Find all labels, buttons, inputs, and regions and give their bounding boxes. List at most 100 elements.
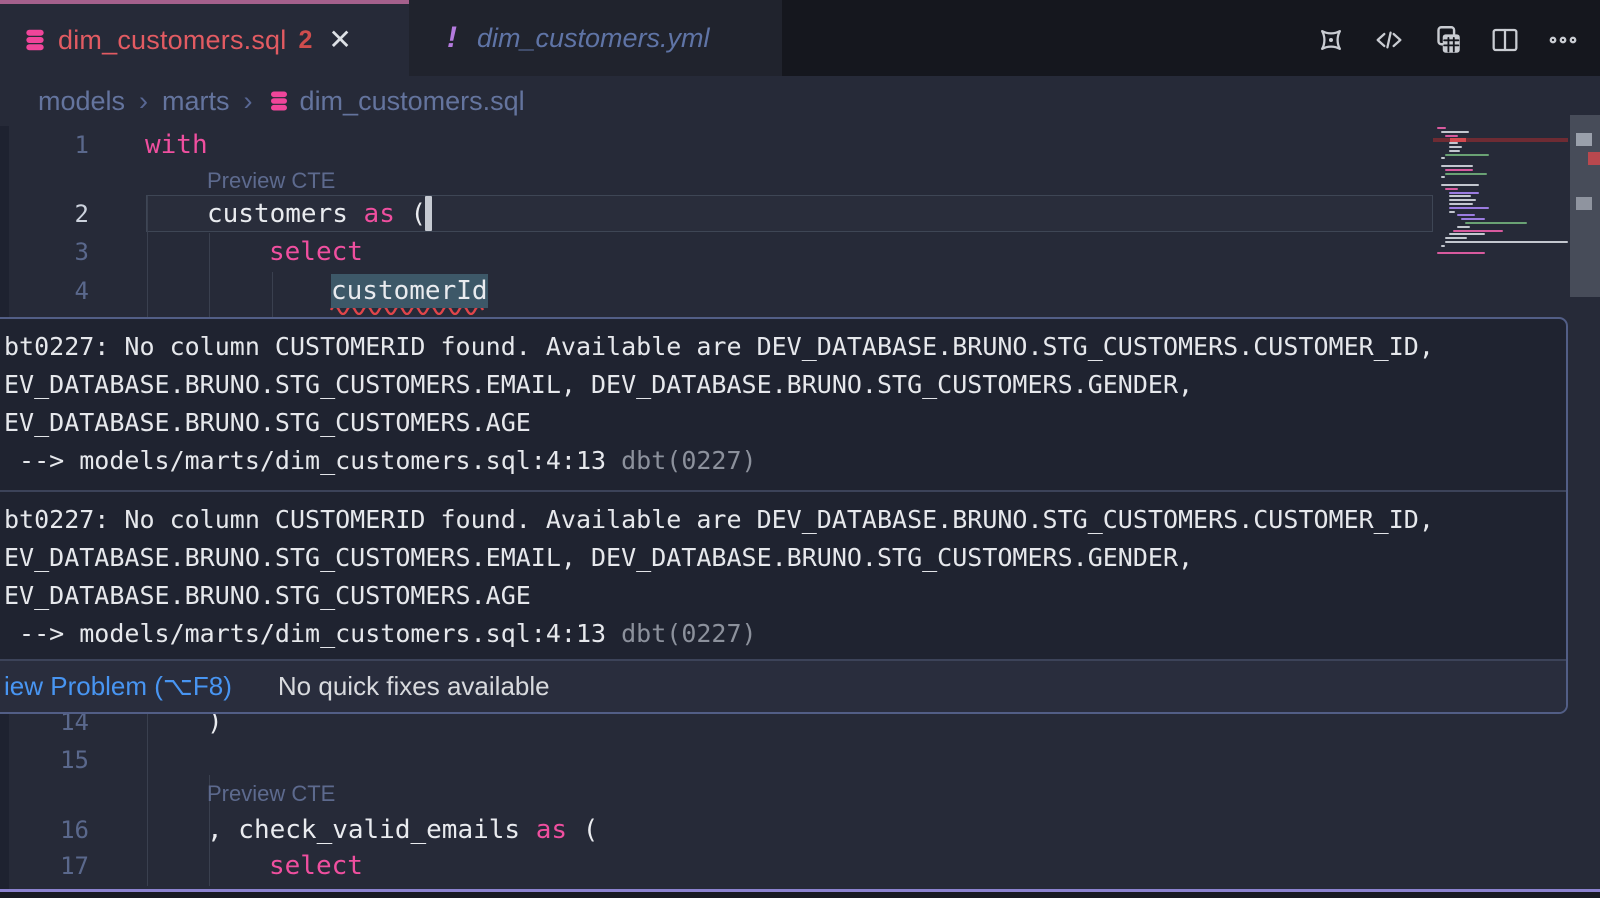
minimap-code-line: [1441, 245, 1445, 247]
minimap-code-line: [1457, 214, 1475, 216]
code-segment: (: [567, 815, 598, 845]
code-text: customerId: [331, 272, 488, 310]
tab-bar: dim_customers.sql 2 ✕ ! dim_customers.ym…: [0, 0, 1600, 76]
breadcrumb-models[interactable]: models: [38, 86, 125, 117]
minimap-code-line: [1441, 165, 1473, 167]
line-number: 3: [0, 233, 89, 271]
occurrence-highlight: customerId: [331, 276, 488, 306]
minimap-code-line: [1449, 233, 1485, 235]
error-message-line: bt0227: No column CUSTOMERID found. Avai…: [4, 501, 1560, 539]
minimap-code-line: [1441, 131, 1469, 133]
view-problem-link[interactable]: iew Problem (⌥F8): [4, 671, 232, 702]
overview-ruler-marker: [1576, 133, 1592, 146]
codelens-preview-cte[interactable]: Preview CTE: [207, 168, 335, 194]
code-text: select: [269, 847, 363, 885]
query-results-icon[interactable]: [1430, 23, 1464, 57]
editor-actions: [1314, 14, 1580, 66]
line-number: 15: [0, 741, 89, 779]
line-number: 16: [0, 811, 89, 849]
minimap-code-line: [1437, 127, 1446, 129]
tab-problem-count-badge: 2: [298, 26, 312, 55]
breadcrumb-separator: ›: [139, 86, 148, 117]
line-number: 1: [0, 126, 89, 164]
error-code: dbt(0227): [606, 446, 757, 475]
minimap-code-line: [1449, 146, 1462, 148]
scrollbar[interactable]: [1570, 115, 1600, 297]
minimap-code-line: [1445, 237, 1467, 239]
minimap-code-line: [1449, 150, 1460, 152]
tab-dim-customers-sql[interactable]: dim_customers.sql 2 ✕: [0, 0, 409, 76]
more-actions-icon[interactable]: [1546, 23, 1580, 57]
minimap-code-line: [1449, 192, 1479, 194]
minimap-code-line: [1445, 169, 1473, 171]
code-line-3[interactable]: 3 select: [0, 233, 1433, 271]
code-icon[interactable]: [1372, 23, 1406, 57]
error-message-line: EV_DATABASE.BRUNO.STG_CUSTOMERS.EMAIL, D…: [4, 366, 1560, 404]
line-number: 17: [0, 847, 89, 885]
minimap[interactable]: [1433, 120, 1568, 265]
code-segment: as: [536, 815, 567, 845]
code-text: customers as (: [207, 195, 426, 233]
hover-popup-content: bt0227: No column CUSTOMERID found. Avai…: [0, 319, 1566, 663]
line-number: 2: [0, 195, 89, 233]
breadcrumb-marts[interactable]: marts: [162, 86, 230, 117]
codelens-preview-cte[interactable]: Preview CTE: [207, 781, 335, 807]
overview-ruler-marker: [1576, 197, 1592, 210]
close-icon[interactable]: ✕: [328, 26, 351, 54]
breadcrumb-file[interactable]: dim_customers.sql: [267, 86, 525, 117]
error-message-block: bt0227: No column CUSTOMERID found. Avai…: [0, 319, 1566, 490]
breadcrumb-file-label: dim_customers.sql: [300, 86, 525, 117]
minimap-code-line: [1437, 252, 1485, 254]
code-line-16[interactable]: 16 , check_valid_emails as (: [0, 811, 1433, 849]
code-line-2[interactable]: 2 customers as (: [0, 195, 1433, 233]
tab-label: dim_customers.sql: [58, 25, 286, 56]
panel-edge: [0, 892, 1600, 898]
code-line-4[interactable]: 4 customerId: [0, 272, 1433, 310]
warning-icon: !: [447, 21, 457, 55]
error-message-line: EV_DATABASE.BRUNO.STG_CUSTOMERS.AGE: [4, 404, 1560, 442]
code-text: select: [269, 233, 363, 271]
dbt-icon[interactable]: [1314, 23, 1348, 57]
minimap-code-line: [1445, 173, 1487, 175]
code-line-17[interactable]: 17 select: [0, 847, 1433, 885]
error-location-line: --> models/marts/dim_customers.sql:4:13 …: [4, 615, 1560, 653]
minimap-code-line: [1441, 176, 1445, 178]
database-icon: [267, 89, 291, 113]
minimap-code-line: [1449, 195, 1471, 197]
hover-popup-statusbar: iew Problem (⌥F8) No quick fixes availab…: [0, 659, 1566, 712]
database-icon: [22, 27, 48, 53]
no-quick-fixes-label: No quick fixes available: [278, 671, 550, 702]
code-text: , check_valid_emails as (: [207, 811, 598, 849]
code-segment: (: [395, 199, 426, 229]
code-segment: select: [269, 851, 363, 881]
error-message-line: EV_DATABASE.BRUNO.STG_CUSTOMERS.EMAIL, D…: [4, 539, 1560, 577]
code-segment: customers: [207, 199, 364, 229]
code-segment: as: [364, 199, 395, 229]
error-location-line: --> models/marts/dim_customers.sql:4:13 …: [4, 442, 1560, 480]
minimap-code-line: [1449, 207, 1489, 209]
code-segment: with: [145, 130, 208, 160]
tab-dim-customers-yml[interactable]: ! dim_customers.yml: [409, 0, 782, 76]
minimap-code-line: [1449, 142, 1458, 144]
error-message-block: bt0227: No column CUSTOMERID found. Avai…: [0, 492, 1566, 663]
code-text: with: [145, 126, 208, 164]
minimap-code-line: [1445, 135, 1458, 137]
line-number: 4: [0, 272, 89, 310]
code-segment: , check_valid_emails: [207, 815, 536, 845]
split-editor-icon[interactable]: [1488, 23, 1522, 57]
minimap-code-line: [1457, 226, 1470, 228]
overview-ruler-marker: [1588, 152, 1600, 165]
minimap-code-line: [1445, 154, 1489, 156]
tab-label: dim_customers.yml: [477, 23, 710, 54]
minimap-code-line: [1461, 218, 1485, 220]
error-message-line: EV_DATABASE.BRUNO.STG_CUSTOMERS.AGE: [4, 577, 1560, 615]
minimap-code-line: [1445, 188, 1458, 190]
minimap-code-line: [1449, 199, 1476, 201]
code-line-1[interactable]: 1 with: [0, 126, 1433, 164]
code-line-15[interactable]: 15: [0, 741, 1433, 779]
minimap-code-line: [1465, 222, 1527, 224]
minimap-code-line: [1445, 241, 1568, 243]
breadcrumb: models › marts › dim_customers.sql: [0, 76, 1600, 126]
minimap-code-line: [1441, 184, 1479, 186]
error-message-line: bt0227: No column CUSTOMERID found. Avai…: [4, 328, 1560, 366]
